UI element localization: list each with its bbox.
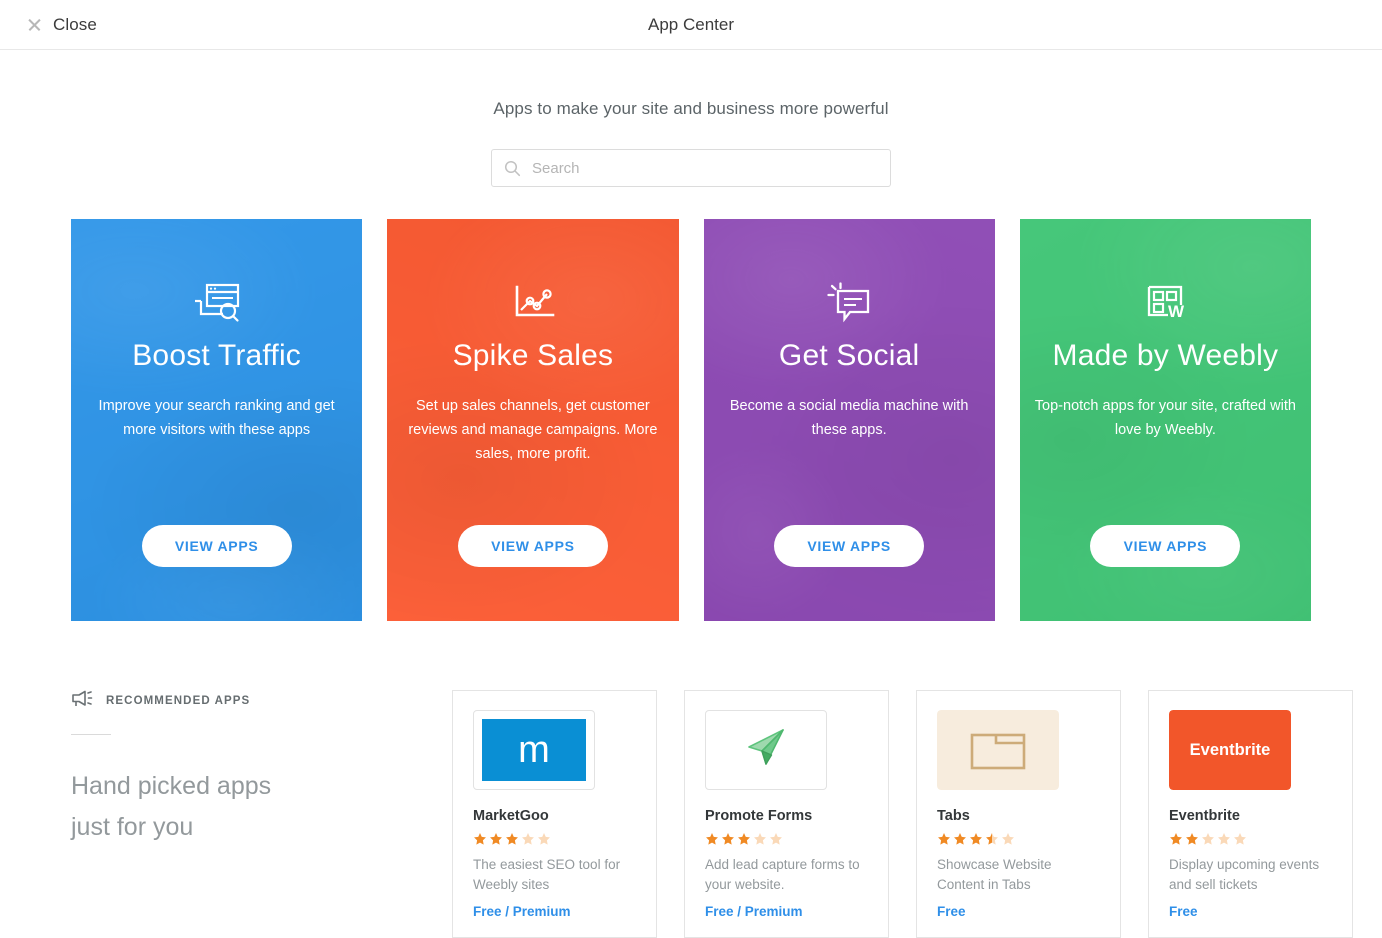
star-icon bbox=[985, 832, 999, 846]
star-icon bbox=[721, 832, 735, 846]
app-price-label: Free / Premium bbox=[473, 904, 571, 919]
app-rating-stars bbox=[705, 832, 868, 846]
app-price-label: Free bbox=[1169, 904, 1198, 919]
close-button-label: Close bbox=[53, 14, 97, 34]
app-card-promote-forms[interactable]: Promote Forms Add lead capture forms to … bbox=[684, 690, 889, 938]
recommended-tagline-line2: just for you bbox=[71, 813, 194, 841]
search-box[interactable] bbox=[491, 149, 891, 187]
category-card-boost-traffic[interactable]: Boost Traffic Improve your search rankin… bbox=[71, 219, 363, 621]
recommended-app-list: m MarketGoo The easiest SEO tool for Wee… bbox=[452, 690, 1353, 938]
app-thumbnail: m bbox=[473, 710, 595, 790]
search-area bbox=[0, 149, 1382, 187]
category-card-spike-sales[interactable]: Spike Sales Set up sales channels, get c… bbox=[387, 219, 679, 621]
category-card-made-by-weebly[interactable]: W Made by Weebly Top-notch apps for your… bbox=[1019, 219, 1311, 621]
star-icon bbox=[937, 832, 951, 846]
category-description: Top-notch apps for your site, crafted wi… bbox=[1034, 398, 1296, 438]
view-apps-button-spike-sales[interactable]: VIEW APPS bbox=[457, 525, 608, 567]
close-icon bbox=[27, 17, 42, 32]
star-icon bbox=[1169, 832, 1183, 846]
recommended-section-label: RECOMMENDED APPS bbox=[106, 695, 251, 707]
star-icon bbox=[769, 832, 783, 846]
star-icon bbox=[1201, 832, 1215, 846]
recommended-header: RECOMMENDED APPS bbox=[71, 690, 452, 712]
marketgoo-logo-icon: m bbox=[482, 719, 586, 781]
category-description: Become a social media machine with these… bbox=[729, 398, 969, 438]
app-card-tabs[interactable]: Tabs Showcase Website Content in Tabs Fr… bbox=[916, 690, 1121, 938]
star-icon bbox=[1217, 832, 1231, 846]
app-thumbnail: Eventbrite bbox=[1169, 710, 1291, 790]
app-name: Tabs bbox=[937, 808, 970, 824]
recommended-tagline: Hand picked apps just for you bbox=[71, 766, 452, 848]
app-rating-stars bbox=[937, 832, 1100, 846]
top-bar: Close App Center bbox=[0, 0, 1382, 50]
search-icon bbox=[504, 160, 521, 177]
svg-text:W: W bbox=[1168, 302, 1185, 321]
star-icon bbox=[473, 832, 487, 846]
view-apps-button-get-social[interactable]: VIEW APPS bbox=[774, 525, 925, 567]
app-name: Eventbrite bbox=[1169, 808, 1240, 824]
app-description: The easiest SEO tool for Weebly sites bbox=[473, 857, 621, 892]
app-description: Display upcoming events and sell tickets bbox=[1169, 857, 1320, 892]
recommended-tagline-line1: Hand picked apps bbox=[71, 772, 272, 800]
star-icon bbox=[953, 832, 967, 846]
star-icon bbox=[505, 832, 519, 846]
line-chart-icon bbox=[509, 281, 557, 325]
app-name: Promote Forms bbox=[705, 808, 813, 824]
search-input[interactable] bbox=[530, 158, 878, 178]
app-card-marketgoo[interactable]: m MarketGoo The easiest SEO tool for Wee… bbox=[452, 690, 657, 938]
category-title: Boost Traffic bbox=[132, 339, 302, 372]
browser-search-icon bbox=[190, 281, 244, 325]
app-card-eventbrite[interactable]: Eventbrite Eventbrite Display upcoming e… bbox=[1148, 690, 1353, 938]
star-icon bbox=[1185, 832, 1199, 846]
star-icon bbox=[1001, 832, 1015, 846]
app-rating-stars bbox=[473, 832, 636, 846]
app-description: Showcase Website Content in Tabs bbox=[937, 857, 1052, 892]
star-icon bbox=[1233, 832, 1247, 846]
view-apps-button-boost-traffic[interactable]: VIEW APPS bbox=[141, 525, 292, 567]
star-icon bbox=[737, 832, 751, 846]
app-rating-stars bbox=[1169, 832, 1332, 846]
paper-plane-icon bbox=[740, 724, 792, 777]
page-title: App Center bbox=[648, 15, 734, 34]
category-description: Improve your search ranking and get more… bbox=[98, 398, 335, 438]
app-price-label: Free bbox=[937, 904, 966, 919]
star-icon bbox=[537, 832, 551, 846]
app-thumbnail bbox=[937, 710, 1059, 790]
page-tagline: Apps to make your site and business more… bbox=[493, 99, 889, 118]
category-title: Made by Weebly bbox=[1052, 339, 1279, 372]
star-icon bbox=[521, 832, 535, 846]
app-thumbnail bbox=[705, 710, 827, 790]
star-icon bbox=[705, 832, 719, 846]
weebly-grid-icon: W bbox=[1142, 281, 1188, 325]
category-description: Set up sales channels, get customer revi… bbox=[408, 398, 658, 462]
tabs-folder-icon bbox=[937, 710, 1059, 790]
speech-bubble-icon bbox=[825, 281, 873, 325]
category-title: Get Social bbox=[778, 339, 920, 372]
view-apps-button-made-by-weebly[interactable]: VIEW APPS bbox=[1090, 525, 1241, 567]
megaphone-icon bbox=[71, 690, 93, 713]
app-description: Add lead capture forms to your website. bbox=[705, 857, 860, 892]
recommended-intro: RECOMMENDED APPS Hand picked apps just f… bbox=[71, 690, 452, 938]
category-title: Spike Sales bbox=[452, 339, 614, 372]
close-button[interactable]: Close bbox=[27, 15, 97, 35]
category-card-grid: Boost Traffic Improve your search rankin… bbox=[0, 219, 1382, 621]
star-icon bbox=[489, 832, 503, 846]
star-icon bbox=[753, 832, 767, 846]
app-price-label: Free / Premium bbox=[705, 904, 803, 919]
divider bbox=[71, 734, 111, 735]
eventbrite-logo-icon: Eventbrite bbox=[1169, 710, 1291, 790]
category-card-get-social[interactable]: Get Social Become a social media machine… bbox=[703, 219, 995, 621]
app-name: MarketGoo bbox=[473, 808, 549, 824]
recommended-apps-section: RECOMMENDED APPS Hand picked apps just f… bbox=[0, 690, 1382, 938]
star-icon bbox=[969, 832, 983, 846]
